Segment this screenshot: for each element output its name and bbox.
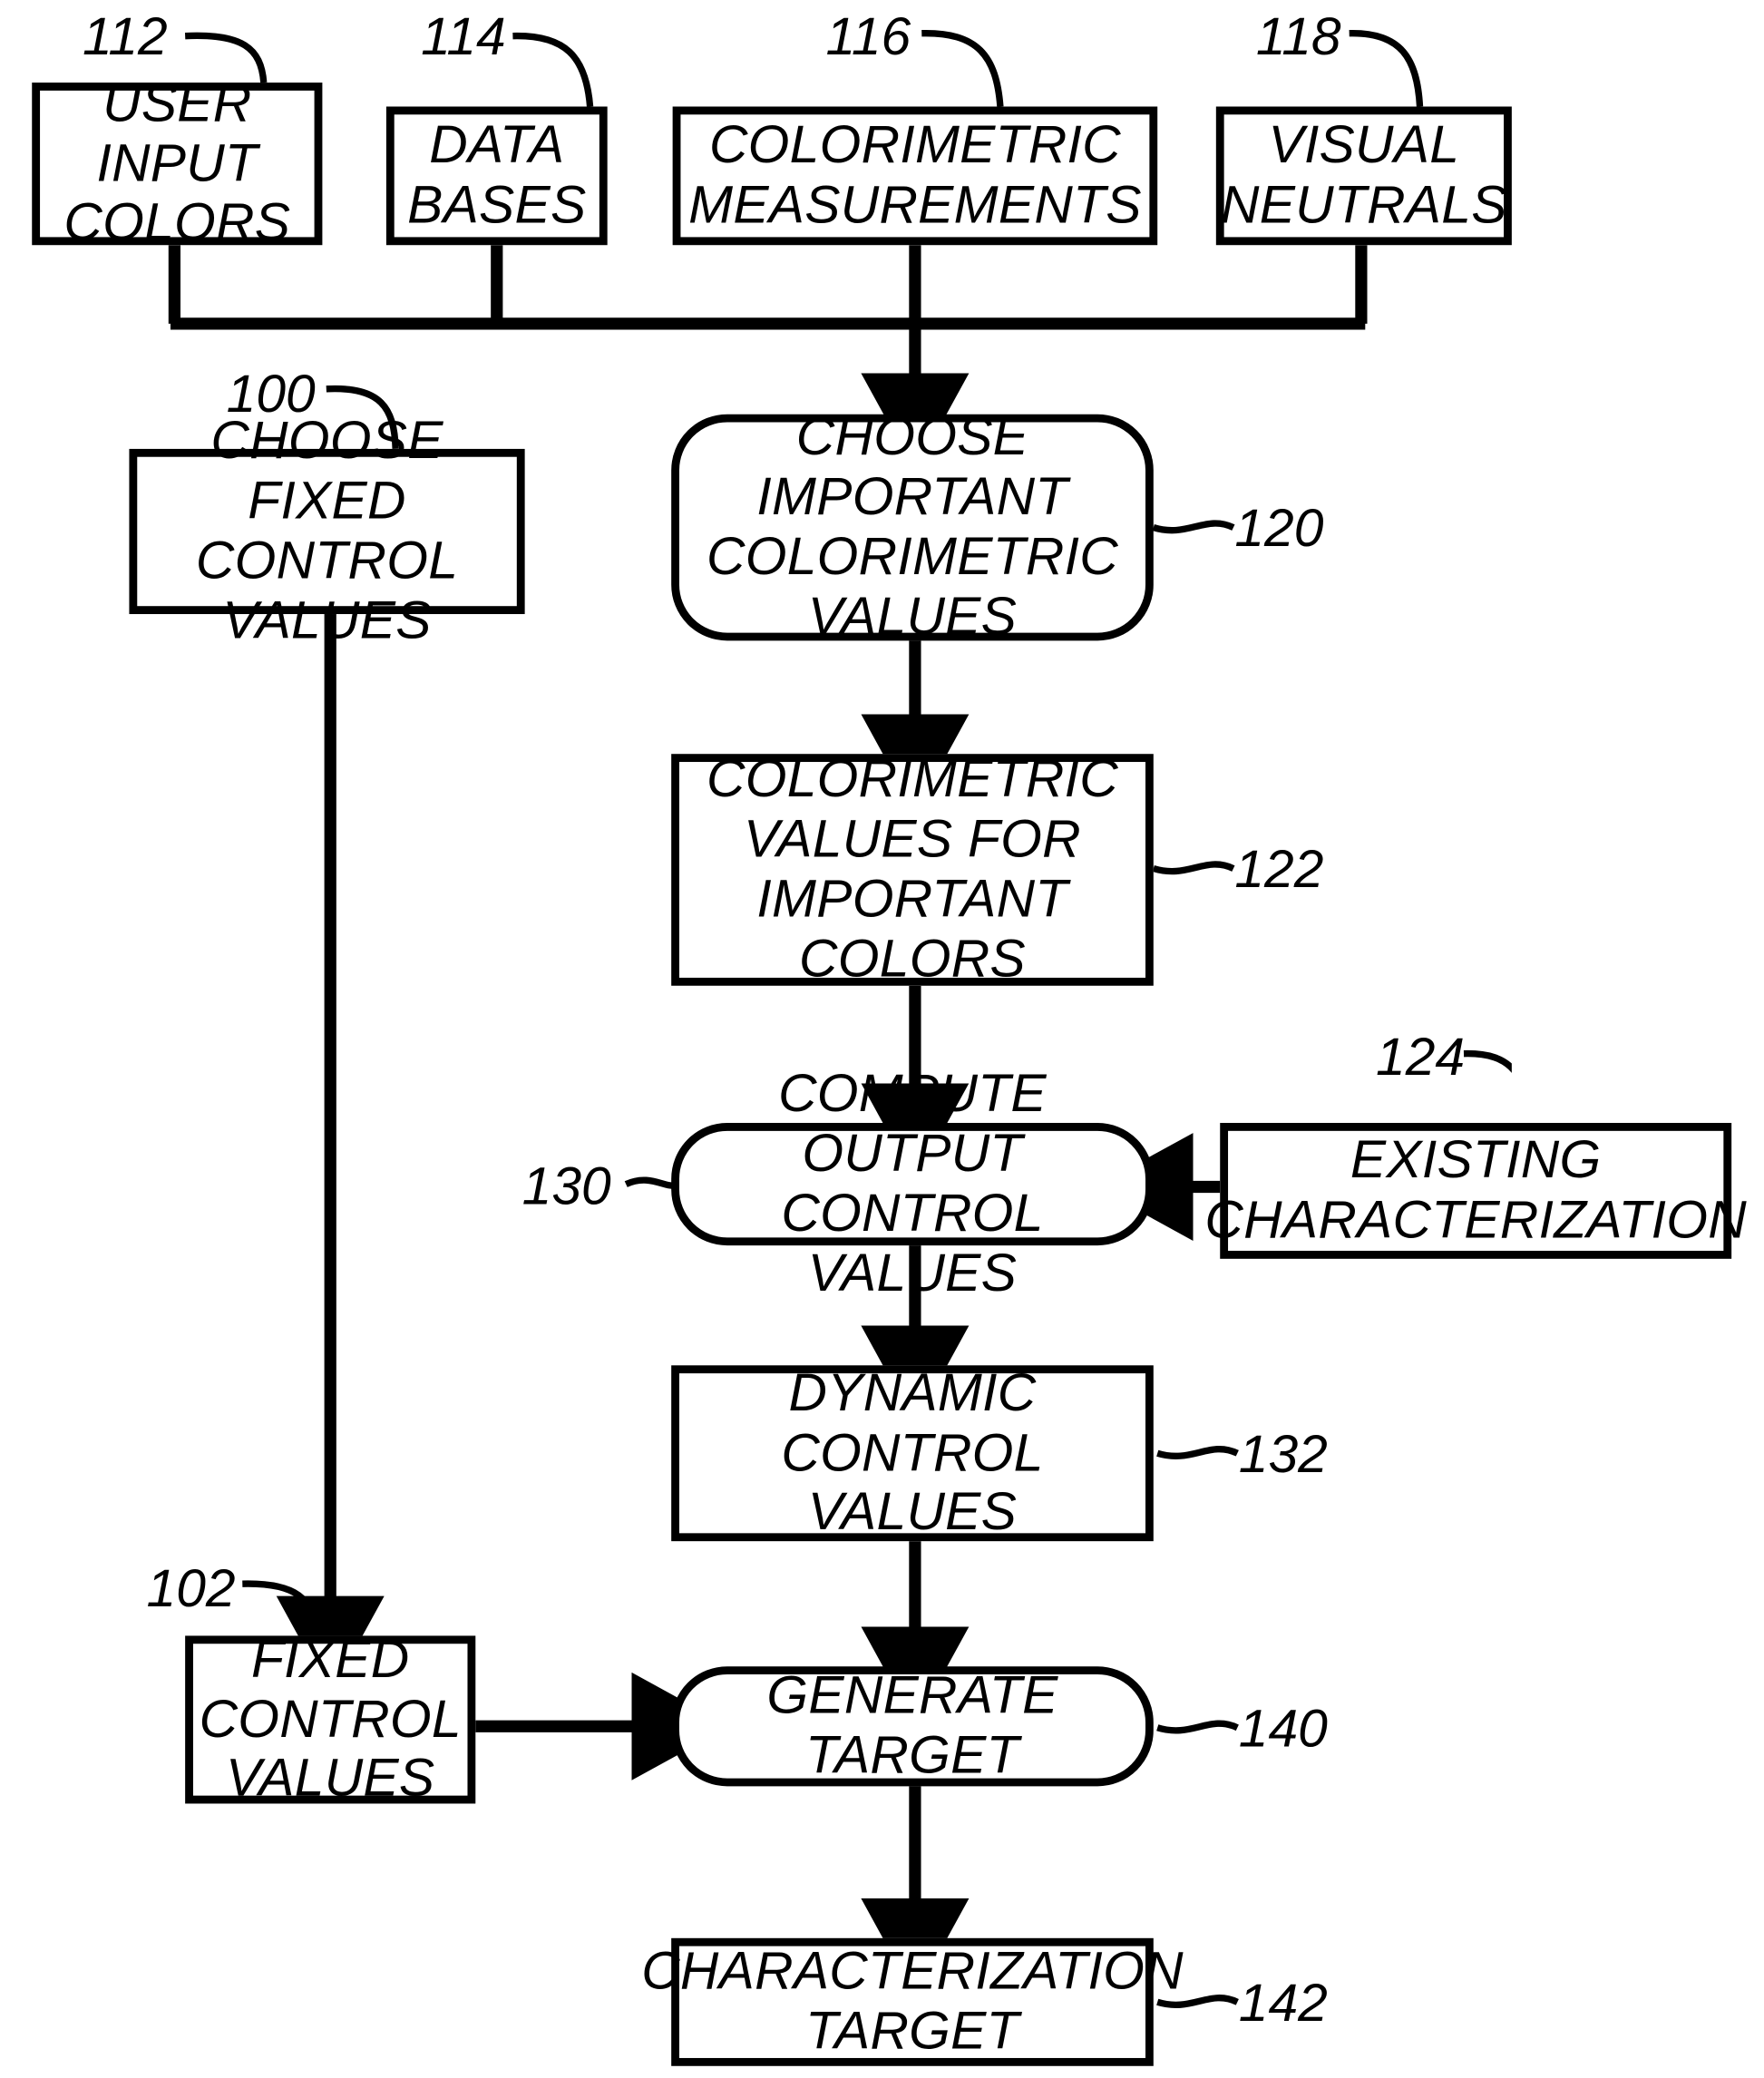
reference-numeral-116: 116: [825, 7, 911, 67]
node-existing-characterization: EXISTING CHARACTERIZATION: [1204, 1123, 1747, 1259]
reference-numeral-114: 114: [421, 7, 506, 67]
node-label: GENERATE TARGET: [766, 1666, 1058, 1785]
reference-numeral-112: 112: [83, 7, 168, 67]
node-choose-important-colorimetric-values: CHOOSE IMPORTANT COLORIMETRIC VALUES: [671, 408, 1154, 646]
node-label: COLORIMETRIC MEASUREMENTS: [688, 116, 1142, 235]
node-label: CHOOSE IMPORTANT COLORIMETRIC VALUES: [707, 407, 1118, 646]
node-label: VISUAL NEUTRALS: [1220, 116, 1507, 235]
node-data-bases: DATA BASES: [385, 106, 608, 246]
node-label: FIXED CONTROL VALUES: [199, 1630, 462, 1809]
patent-flowchart-figure: USER INPUT COLORS DATA BASES COLORIMETRI…: [0, 0, 1764, 2078]
leader-122: [1152, 861, 1235, 875]
figure-scale-wrapper: USER INPUT COLORS DATA BASES COLORIMETRI…: [0, 0, 1747, 2078]
node-choose-fixed-control-values: CHOOSE FIXED CONTROL VALUES: [129, 412, 525, 649]
leader-124: [1463, 1049, 1512, 1074]
reference-numeral-100: 100: [226, 365, 316, 424]
node-label: DYNAMIC CONTROL VALUES: [781, 1363, 1044, 1542]
node-label: CHOOSE FIXED CONTROL VALUES: [195, 412, 459, 650]
reference-numeral-120: 120: [1234, 499, 1324, 559]
reference-numeral-140: 140: [1238, 1699, 1328, 1759]
node-compute-output-control-values: COMPUTE OUTPUT CONTROL VALUES: [671, 1065, 1154, 1302]
leader-116: [921, 30, 1004, 107]
leader-140: [1156, 1720, 1239, 1734]
node-label: USER INPUT COLORS: [63, 73, 291, 253]
node-visual-neutrals: VISUAL NEUTRALS: [1215, 106, 1512, 246]
node-dynamic-control-values: DYNAMIC CONTROL VALUES: [671, 1363, 1154, 1542]
node-fixed-control-values: FIXED CONTROL VALUES: [185, 1630, 476, 1808]
leader-118: [1349, 30, 1424, 107]
leader-120: [1152, 520, 1235, 534]
reference-numeral-142: 142: [1238, 1974, 1328, 2034]
reference-numeral-132: 132: [1238, 1425, 1328, 1485]
node-generate-target: GENERATE TARGET: [671, 1666, 1154, 1787]
reference-numeral-102: 102: [146, 1559, 236, 1619]
reference-numeral-118: 118: [1255, 7, 1341, 67]
node-colorimetric-values-for-important-colors: COLORIMETRIC VALUES FOR IMPORTANT COLORS: [671, 750, 1154, 988]
reference-numeral-124: 124: [1376, 1028, 1466, 1088]
reference-numeral-130: 130: [521, 1157, 611, 1216]
node-colorimetric-measurements: COLORIMETRIC MEASUREMENTS: [672, 106, 1158, 246]
node-user-input-colors: USER INPUT COLORS: [32, 74, 323, 252]
leader-114: [512, 32, 594, 107]
node-label: CHARACTERIZATION TARGET: [641, 1942, 1184, 2061]
node-label: DATA BASES: [407, 116, 587, 235]
leader-102: [242, 1580, 321, 1636]
leader-132: [1156, 1446, 1239, 1459]
node-characterization-target: CHARACTERIZATION TARGET: [641, 1937, 1184, 2066]
reference-numeral-122: 122: [1234, 840, 1324, 900]
node-label: COMPUTE OUTPUT CONTROL VALUES: [778, 1064, 1047, 1302]
node-label: COLORIMETRIC VALUES FOR IMPORTANT COLORS: [707, 750, 1118, 989]
node-label: EXISTING CHARACTERIZATION: [1204, 1131, 1748, 1250]
